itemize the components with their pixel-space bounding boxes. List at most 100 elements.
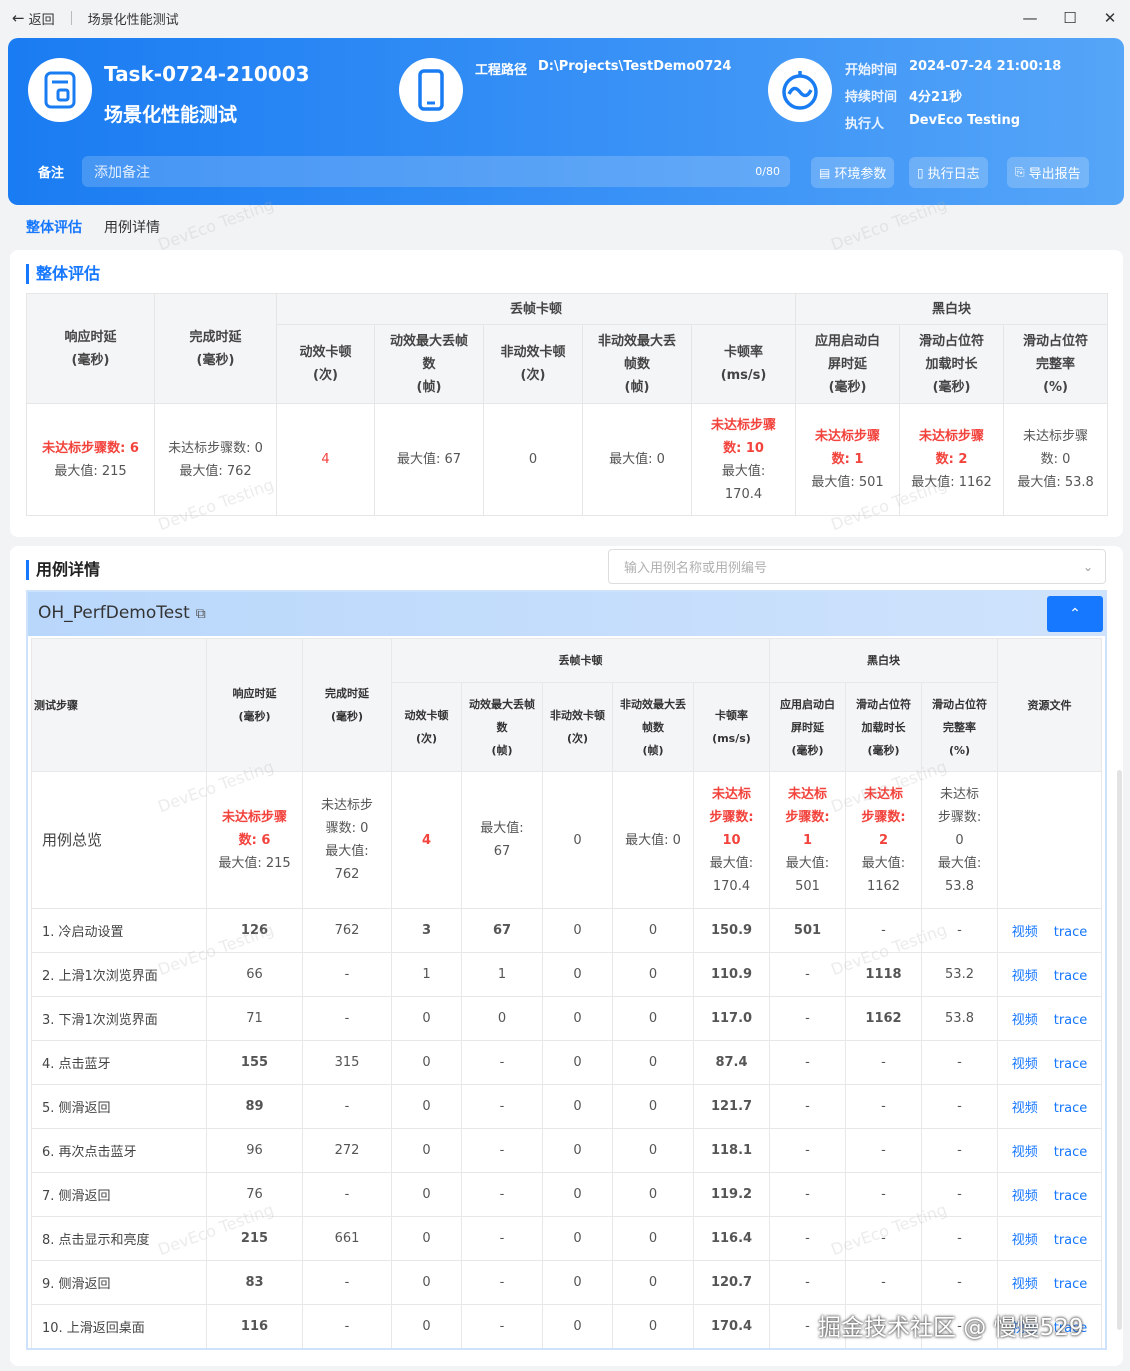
step-launch: - [769, 996, 846, 1041]
step-slide-complete: 53.2 [920, 952, 999, 997]
cell-launch: 未达标步骤 数: 1 最大值: 501 [795, 403, 901, 516]
step-nonanim: 0 [542, 1084, 613, 1129]
copy-icon[interactable]: ⧉ [196, 606, 206, 622]
step-resources: 视频 trace [997, 908, 1103, 953]
video-link[interactable]: 视频 [1012, 1277, 1038, 1292]
collapse-button[interactable]: ⌃ [1047, 596, 1103, 632]
video-link[interactable]: 视频 [1012, 1233, 1038, 1248]
step-response: 155 [206, 1040, 303, 1085]
minimize-icon[interactable]: — [1010, 0, 1050, 36]
step-name: 2. 上滑1次浏览界面 [31, 952, 207, 997]
cell-slide-complete: 未达标步骤 数: 0 最大值: 53.8 [1003, 403, 1109, 516]
export-report-button[interactable]: ⎘ 导出报告 [1007, 157, 1089, 188]
step-name: 1. 冷启动设置 [31, 908, 207, 953]
summary-slide: 未达标 步骤数: 2 最大值: 1162 [845, 771, 922, 909]
cell-slide-load: 未达标步骤 数: 2 最大值: 1162 [899, 403, 1005, 516]
step-slide-load: - [845, 1172, 922, 1217]
step-anim-max: - [461, 1084, 543, 1129]
header-launch-white: 应用启动白 屏时延 (毫秒) [769, 682, 846, 772]
trace-link[interactable]: trace [1054, 1145, 1088, 1160]
maximize-icon[interactable]: ☐ [1050, 0, 1090, 36]
back-button[interactable]: ← 返回 [12, 9, 55, 28]
summary-resources [997, 771, 1103, 909]
step-nonanim-max: 0 [612, 908, 694, 953]
step-anim-jank: 0 [391, 1260, 462, 1305]
timer-icon [768, 58, 832, 122]
window-controls: — ☐ ✕ [1010, 0, 1130, 36]
step-name: 4. 点击蓝牙 [31, 1040, 207, 1085]
env-params-button[interactable]: ▤ 环境参数 [811, 157, 895, 188]
video-link[interactable]: 视频 [1012, 1057, 1038, 1072]
exec-log-button[interactable]: ▯ 执行日志 [909, 157, 988, 188]
video-link[interactable]: 视频 [1012, 1145, 1038, 1160]
step-resources: 视频 trace [997, 1172, 1103, 1217]
trace-link[interactable]: trace [1054, 969, 1088, 984]
video-link[interactable]: 视频 [1012, 969, 1038, 984]
step-slide-load: - [845, 1084, 922, 1129]
trace-link[interactable]: trace [1054, 1057, 1088, 1072]
table-row: 2. 上滑1次浏览界面 66-1 1 0 0 110.9-1118 53.2 视频 trace [31, 952, 1103, 997]
tab-overview[interactable]: 整体评估 [26, 217, 82, 237]
video-link[interactable]: 视频 [1012, 1189, 1038, 1204]
close-icon[interactable]: ✕ [1090, 0, 1130, 36]
step-nonanim-max: 0 [612, 1260, 694, 1305]
step-jank-rate: 117.0 [693, 996, 770, 1041]
cell-anim-max: 最大值: 67 [374, 403, 484, 516]
trace-link[interactable]: trace [1054, 1013, 1088, 1028]
task-type: 场景化性能测试 [104, 104, 238, 126]
case-search-select[interactable]: 输入用例名称或用例编号 ⌄ [608, 549, 1106, 584]
step-anim-jank: 1 [391, 952, 462, 997]
header-group-frame-drop: 丢帧卡顿 [275, 293, 797, 325]
step-anim-max: 67 [461, 908, 543, 953]
step-jank-rate: 120.7 [693, 1260, 770, 1305]
trace-link[interactable]: trace [1054, 1189, 1088, 1204]
cell-jank-rate: 未达标步骤 数: 10 最大值: 170.4 [690, 403, 797, 516]
step-anim-jank: 0 [391, 1040, 462, 1085]
summary-nonanim: 0 [542, 771, 613, 909]
step-anim-jank: 0 [391, 1304, 462, 1348]
tab-case-details[interactable]: 用例详情 [104, 217, 160, 237]
export-icon: ⎘ [1015, 165, 1025, 179]
step-anim-max: - [461, 1216, 543, 1261]
header-nonanim-max-drop: 非动效最大丢 帧数 (帧) [612, 682, 694, 772]
step-completion: - [302, 1304, 392, 1348]
step-slide-complete: - [920, 908, 999, 953]
window-title: 场景化性能测试 [87, 12, 179, 28]
trace-link[interactable]: trace [1054, 1101, 1088, 1116]
header-group-frame-drop: 丢帧卡顿 [391, 638, 770, 683]
video-link[interactable]: 视频 [1012, 1101, 1038, 1116]
step-anim-max: - [461, 1128, 543, 1173]
remark-input[interactable]: 添加备注 0/80 [82, 156, 790, 187]
step-name: 7. 侧滑返回 [31, 1172, 207, 1217]
header-resources: 资源文件 [997, 638, 1103, 772]
trace-link[interactable]: trace [1054, 925, 1088, 940]
cell-nonanim: 0 [483, 403, 583, 516]
step-nonanim-max: 0 [612, 1304, 694, 1348]
step-launch: - [769, 1128, 846, 1173]
header-anim-max-drop: 动效最大丢帧数 (帧) [374, 324, 484, 404]
step-slide-complete: - [920, 1084, 999, 1129]
overview-table: 响应时延 (毫秒) 完成时延 (毫秒) 丢帧卡顿 黑白块 动效卡顿 (次) 动效最大丢… [26, 293, 1109, 516]
step-slide-load: - [845, 908, 922, 953]
video-link[interactable]: 视频 [1012, 1013, 1038, 1028]
step-response: 71 [206, 996, 303, 1041]
step-slide-load: - [845, 1260, 922, 1305]
step-completion: - [302, 1084, 392, 1129]
step-slide-load: - [845, 1216, 922, 1261]
settings-doc-icon: ▤ [819, 165, 831, 180]
trace-link[interactable]: trace [1054, 1233, 1088, 1248]
executor: 执行人 DevEco Testing [845, 113, 1021, 132]
step-slide-load: 1162 [845, 996, 922, 1041]
path-label: 工程路径 [475, 63, 528, 78]
header-nonanim-jank: 非动效卡顿 (次) [542, 682, 613, 772]
task-header: Task-0724-210003 场景化性能测试 工程路径 D:\Project… [8, 38, 1124, 205]
trace-link[interactable]: trace [1054, 1277, 1088, 1292]
step-name: 8. 点击显示和亮度 [31, 1216, 207, 1261]
step-nonanim: 0 [542, 1172, 613, 1217]
step-nonanim: 0 [542, 1128, 613, 1173]
video-link[interactable]: 视频 [1012, 925, 1038, 940]
log-icon: ▯ [917, 165, 924, 180]
step-response: 215 [206, 1216, 303, 1261]
scrollbar[interactable] [1117, 770, 1122, 1330]
header-jank-rate: 卡顿率 (ms/s) [693, 682, 770, 772]
